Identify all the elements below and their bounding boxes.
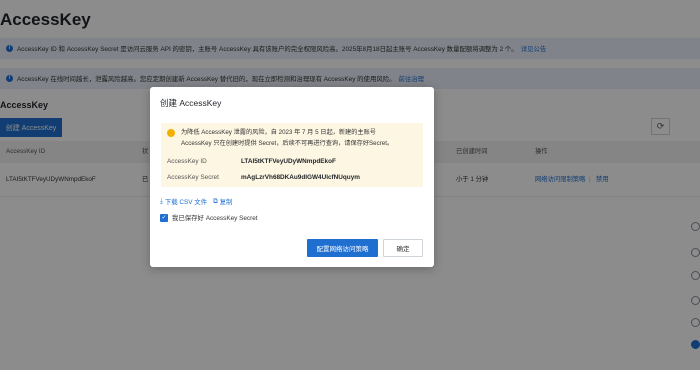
accesskey-id-label: AccessKey ID — [167, 158, 207, 165]
accesskey-secret-label: AccessKey Secret — [167, 174, 219, 181]
saved-checkbox-label: 我已保存好 AccessKey Secret — [172, 215, 258, 222]
configure-network-policy-button[interactable]: 配置网络访问策略 — [307, 239, 378, 257]
copy-label: 复制 — [219, 199, 233, 206]
download-csv-label: 下载 CSV 文件 — [164, 199, 208, 206]
accesskey-id-value[interactable]: LTAI5tKTFVeyUDyWNmpdEkoF — [241, 158, 336, 165]
page: AccessKey i AccessKey ID 和 AccessKey Sec… — [0, 0, 700, 370]
warning-text: 为降低 AccessKey 泄露的风险，自 2023 年 7 月 5 日起，新建… — [181, 127, 417, 149]
confirm-button[interactable]: 确定 — [383, 239, 423, 257]
accesskey-secret-value[interactable]: mAgLzrVh68DKAu9dIGW4UlcfNUquym — [241, 174, 360, 181]
dialog-title: 创建 AccessKey — [160, 98, 222, 108]
credential-box: AccessKey ID LTAI5tKTFVeyUDyWNmpdEkoF Ac… — [161, 152, 423, 187]
dialog-actions: ⤓ 下载 CSV 文件 ⧉ 复制 — [160, 197, 233, 207]
accesskey-id-row: AccessKey ID LTAI5tKTFVeyUDyWNmpdEkoF — [161, 158, 423, 171]
copy-icon: ⧉ — [213, 197, 218, 205]
warning-line-2: AccessKey 只在创建时提供 Secret，后续不可再进行查询，请保存好S… — [181, 140, 394, 147]
warning-icon — [167, 129, 175, 137]
copy-button[interactable]: ⧉ 复制 — [213, 197, 233, 207]
saved-confirmation[interactable]: ✓ 我已保存好 AccessKey Secret — [160, 213, 258, 222]
saved-checkbox[interactable]: ✓ — [160, 213, 168, 222]
warning-line-1: 为降低 AccessKey 泄露的风险，自 2023 年 7 月 5 日起，新建… — [181, 129, 376, 136]
download-csv-button[interactable]: ⤓ 下载 CSV 文件 — [160, 197, 208, 207]
accesskey-secret-row: AccessKey Secret mAgLzrVh68DKAu9dIGW4Ulc… — [161, 174, 423, 187]
download-icon: ⤓ — [160, 197, 163, 205]
